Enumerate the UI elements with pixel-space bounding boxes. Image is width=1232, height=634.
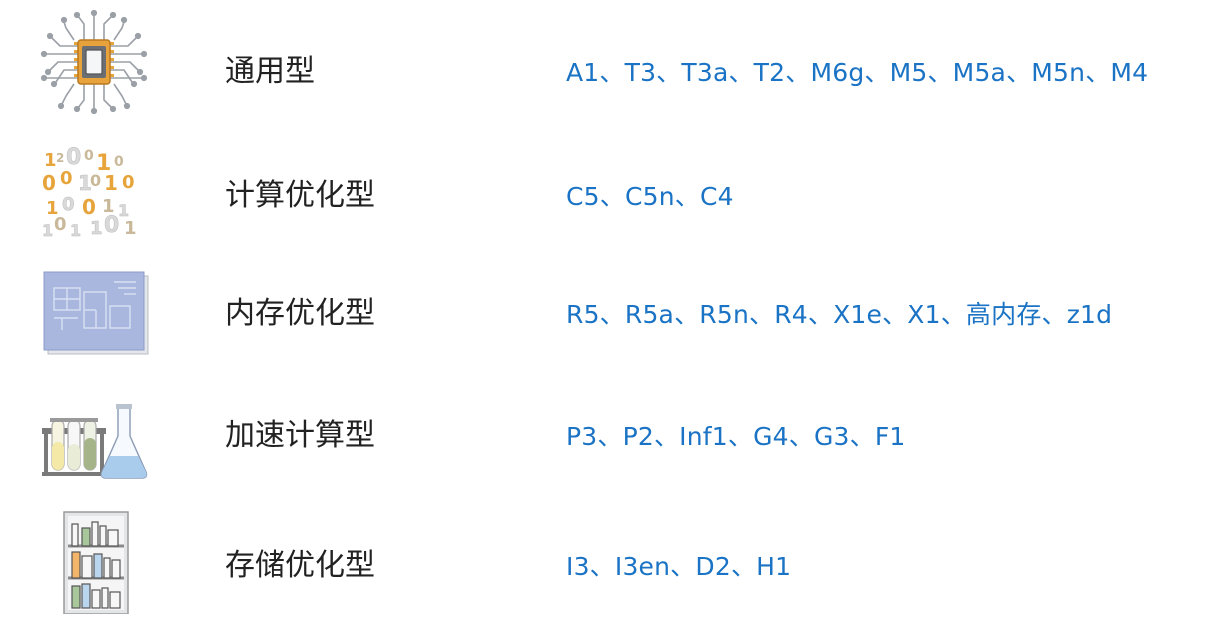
svg-text:1: 1 <box>104 171 118 195</box>
instance-row-general: 通用型 A1、T3、T3a、T2、M6g、M5、M5a、M5n、M4 <box>0 10 1232 130</box>
svg-text:0: 0 <box>42 171 56 195</box>
test-tubes-flask-icon <box>42 404 148 479</box>
binary-digits-icon: 1 2 0 0 1 0 0 0 1 0 1 0 1 0 0 1 1 1 0 1 … <box>42 145 137 241</box>
svg-text:0: 0 <box>54 214 67 235</box>
svg-text:1: 1 <box>44 150 57 171</box>
category-label: 加速计算型 <box>225 418 375 453</box>
svg-text:0: 0 <box>114 154 124 170</box>
instance-row-storage: 存储优化型 I3、I3en、D2、H1 <box>0 500 1232 614</box>
svg-text:1: 1 <box>70 221 81 240</box>
instance-types-list: A1、T3、T3a、T2、M6g、M5、M5a、M5n、M4 <box>566 58 1149 87</box>
bookshelf-icon <box>63 511 129 614</box>
svg-text:2: 2 <box>56 151 64 165</box>
cpu-chip-icon <box>40 10 148 114</box>
svg-text:0: 0 <box>60 168 73 189</box>
category-label: 通用型 <box>225 54 315 89</box>
svg-text:0: 0 <box>122 172 135 193</box>
svg-text:0: 0 <box>84 148 94 164</box>
category-label: 计算优化型 <box>225 178 375 213</box>
svg-text:0: 0 <box>62 194 75 215</box>
instance-row-accelerated: 加速计算型 P3、P2、Inf1、G4、G3、F1 <box>0 380 1232 490</box>
category-label: 内存优化型 <box>225 296 375 331</box>
svg-text:1: 1 <box>124 218 137 239</box>
svg-text:0: 0 <box>104 213 119 238</box>
instance-types-list: P3、P2、Inf1、G4、G3、F1 <box>566 422 906 451</box>
svg-text:0: 0 <box>66 145 81 170</box>
svg-text:1: 1 <box>90 218 103 239</box>
category-label: 存储优化型 <box>225 548 375 583</box>
blueprint-icon <box>43 271 149 355</box>
instance-row-compute: 1 2 0 0 1 0 0 0 1 0 1 0 1 0 0 1 1 1 0 1 … <box>0 140 1232 250</box>
svg-text:1: 1 <box>42 221 53 240</box>
svg-text:0: 0 <box>82 195 96 219</box>
instance-row-memory: 内存优化型 R5、R5a、R5n、R4、X1e、X1、高内存、z1d <box>0 260 1232 370</box>
svg-text:0: 0 <box>90 171 101 190</box>
instance-types-list: C5、C5n、C4 <box>566 182 734 211</box>
instance-types-list: R5、R5a、R5n、R4、X1e、X1、高内存、z1d <box>566 300 1113 329</box>
instance-types-list: I3、I3en、D2、H1 <box>566 552 792 581</box>
